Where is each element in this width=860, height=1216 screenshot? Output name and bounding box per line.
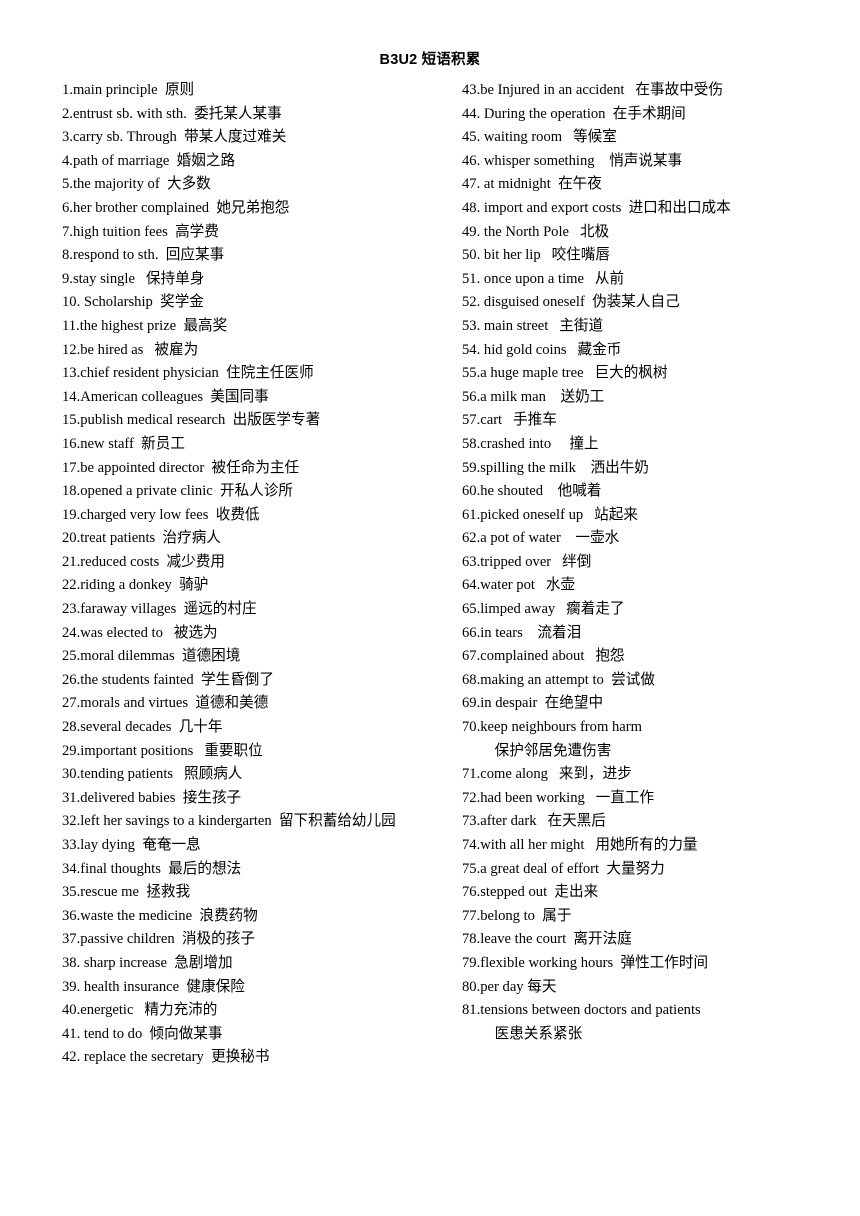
list-item: 30.tending patients 照顾病人 — [62, 766, 243, 783]
left-column: 1.main principle 原则 2.entrust sb. with s… — [62, 79, 404, 1070]
list-item: 27.morals and virtues 道德和美德 — [62, 695, 269, 712]
list-item: 71.come along 来到，进步 — [462, 766, 632, 783]
list-item: 25.moral dilemmas 道德困境 — [62, 648, 241, 665]
list-item: 69.in despair 在绝望中 — [462, 695, 604, 712]
list-item: 15.publish medical research 出版医学专著 — [62, 412, 321, 429]
list-item: 2.entrust sb. with sth. 委托某人某事 — [62, 105, 282, 122]
list-item: 54. hid gold coins 藏金币 — [462, 341, 622, 358]
list-item: 56.a milk man 送奶工 — [462, 388, 605, 405]
list-item: 7.high tuition fees 高学费 — [62, 223, 219, 240]
list-item: 14.American colleagues 美国同事 — [62, 388, 269, 405]
list-item: 39. health insurance 健康保险 — [62, 978, 245, 995]
list-item: 51. once upon a time 从前 — [462, 270, 625, 287]
list-item: 21.reduced costs 减少费用 — [62, 553, 225, 570]
list-item: 55.a huge maple tree 巨大的枫树 — [462, 365, 668, 382]
list-item: 28.several decades 几十年 — [62, 719, 223, 736]
list-item: 60.he shouted 他喊着 — [462, 483, 602, 500]
list-item: 46. whisper something 悄声说某事 — [462, 152, 683, 169]
list-item: 77.belong to 属于 — [462, 907, 572, 924]
list-item: 66.in tears 流着泪 — [462, 624, 582, 641]
list-item: 29.important positions 重要职位 — [62, 742, 263, 759]
list-item: 4.path of marriage 婚姻之路 — [62, 152, 236, 169]
list-item: 44. During the operation 在手术期间 — [462, 105, 686, 122]
list-item: 80.per day 每天 — [462, 978, 557, 995]
list-item: 61.picked oneself up 站起来 — [462, 506, 638, 523]
list-item: 62.a pot of water 一壶水 — [462, 530, 620, 547]
list-item: 23.faraway villages 遥远的村庄 — [62, 601, 257, 618]
list-item: 12.be hired as 被雇为 — [62, 341, 199, 358]
list-item: 33.lay dying 奄奄一息 — [62, 837, 201, 853]
list-item: 34.final thoughts 最后的想法 — [62, 860, 242, 877]
list-item: 10. Scholarship 奖学金 — [62, 294, 204, 311]
document-page: B3U2 短语积累 1.main principle 原则 2.entrust … — [0, 0, 860, 1216]
list-item: 19.charged very low fees 收费低 — [62, 506, 260, 523]
list-item: 68.making an attempt to 尝试做 — [462, 671, 655, 688]
list-item: 6.her brother complained 她兄弟抱怨 — [62, 199, 290, 216]
list-item: 20.treat patients 治疗病人 — [62, 530, 221, 547]
list-item: 3.carry sb. Through 带某人度过难关 — [62, 129, 287, 146]
list-item: 31.delivered babies 接生孩子 — [62, 789, 242, 806]
list-item: 63.tripped over 绊倒 — [462, 553, 592, 570]
list-item: 52. disguised oneself 伪装某人自己 — [462, 294, 680, 311]
list-item: 53. main street 主街道 — [462, 317, 604, 334]
list-item: 67.complained about 抱怨 — [462, 648, 625, 665]
list-item: 81.tensions between doctors and patients — [462, 1002, 701, 1019]
list-item: 26.the students fainted 学生昏倒了 — [62, 671, 274, 688]
list-item-continuation: 医患关系紧张 — [480, 1025, 583, 1042]
list-item: 64.water pot 水壶 — [462, 577, 576, 594]
list-item: 40.energetic 精力充沛的 — [62, 1002, 218, 1019]
list-item: 42. replace the secretary 更换秘书 — [62, 1049, 270, 1066]
list-item: 47. at midnight 在午夜 — [462, 176, 602, 193]
list-item: 43.be Injured in an accident 在事故中受伤 — [462, 82, 723, 98]
list-item: 11.the highest prize 最高奖 — [62, 317, 228, 334]
list-item: 8.respond to sth. 回应某事 — [62, 247, 225, 264]
list-item: 57.cart 手推车 — [462, 412, 557, 429]
list-item: 41. tend to do 倾向做某事 — [62, 1025, 223, 1042]
list-item: 22.riding a donkey 骑驴 — [62, 577, 209, 594]
list-item: 35.rescue me 拯救我 — [62, 884, 191, 901]
list-item: 16.new staff 新员工 — [62, 435, 185, 452]
list-item: 50. bit her lip 咬住嘴唇 — [462, 247, 610, 264]
page-title: B3U2 短语积累 — [379, 52, 481, 68]
list-item: 48. import and export costs 进口和出口成本 — [462, 199, 731, 216]
two-column-layout: 1.main principle 原则 2.entrust sb. with s… — [56, 79, 804, 1070]
list-item: 78.leave the court 离开法庭 — [462, 931, 632, 948]
list-item: 49. the North Pole 北极 — [462, 223, 610, 240]
list-item: 73.after dark 在天黑后 — [462, 813, 606, 830]
list-item-continuation: 保护邻居免遭伤害 — [480, 742, 612, 759]
list-item: 79.flexible working hours 弹性工作时间 — [462, 954, 709, 971]
list-item: 9.stay single 保持单身 — [62, 270, 205, 287]
list-item: 65.limped away 瘸着走了 — [462, 601, 625, 618]
list-item: 70.keep neighbours from harm — [462, 719, 642, 736]
list-item: 72.had been working 一直工作 — [462, 789, 655, 806]
list-item: 75.a great deal of effort 大量努力 — [462, 860, 665, 877]
list-item: 58.crashed into 撞上 — [462, 435, 599, 452]
list-item: 37.passive children 消极的孩子 — [62, 931, 255, 948]
right-column: 43.be Injured in an accident 在事故中受伤 44. … — [462, 79, 804, 1046]
list-item: 1.main principle 原则 — [62, 82, 195, 98]
list-item: 76.stepped out 走出来 — [462, 884, 599, 901]
list-item: 32.left her savings to a kindergarten 留下… — [62, 813, 396, 830]
list-item: 13.chief resident physician 住院主任医师 — [62, 365, 314, 382]
list-item: 36.waste the medicine 浪费药物 — [62, 907, 258, 924]
list-item: 74.with all her might 用她所有的力量 — [462, 837, 698, 853]
list-item: 5.the majority of 大多数 — [62, 176, 211, 193]
list-item: 38. sharp increase 急剧增加 — [62, 954, 233, 971]
list-item: 18.opened a private clinic 开私人诊所 — [62, 483, 294, 500]
list-item: 24.was elected to 被选为 — [62, 624, 218, 641]
list-item: 59.spilling the milk 洒出牛奶 — [462, 459, 649, 476]
list-item: 45. waiting room 等候室 — [462, 129, 617, 146]
list-item: 17.be appointed director 被任命为主任 — [62, 459, 300, 476]
